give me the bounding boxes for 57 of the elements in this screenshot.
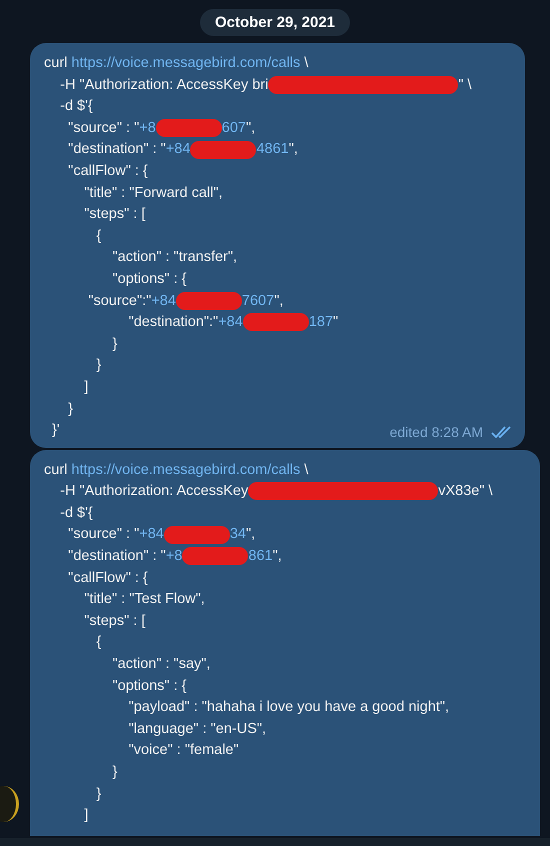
code-line: "language" : "en-US", — [128, 720, 266, 739]
code-line: -d $'{ — [59, 97, 93, 116]
code-line: } — [67, 400, 74, 418]
code-line: "destination":"+84 187" — [128, 312, 338, 334]
url-link[interactable]: https://voice.messagebird.com/calls — [71, 55, 300, 71]
code-line: -H "Authorization: AccessKey vX83e" \ — [59, 481, 493, 502]
code-line: "options" : { — [111, 270, 186, 289]
code-line: "source" : "+8 607", — [67, 118, 256, 139]
code-line: "callFlow" : { — [67, 568, 148, 588]
phone-link[interactable]: +84 — [218, 314, 243, 330]
url-link[interactable]: https://voice.messagebird.com/calls — [71, 462, 300, 478]
code-line: "destination" : "+8 861", — [67, 546, 282, 568]
code-line: curl https://voice.messagebird.com/calls \ — [44, 54, 308, 73]
phone-link[interactable]: 187 — [308, 314, 334, 330]
edited-time: edited 8:28 AM — [390, 424, 483, 440]
phone-link[interactable]: +84 — [151, 292, 176, 309]
code-line: "voice" : "female" — [128, 741, 239, 760]
phone-link[interactable]: 607 — [222, 120, 246, 136]
code-line: -d $'{ — [59, 504, 93, 523]
phone-link[interactable]: 861 — [248, 548, 273, 564]
date-badge: October 29, 2021 — [200, 9, 350, 36]
code-line: "action" : "transfer", — [111, 248, 238, 268]
code-line: } — [111, 763, 118, 782]
phone-link[interactable]: +84 — [139, 526, 164, 542]
phone-link[interactable]: +8 — [139, 120, 156, 136]
code-line: "destination" : "+84 4861", — [67, 140, 298, 161]
code-line: "action" : "say", — [111, 655, 210, 674]
code-line: -H "Authorization: AccessKey bri " \ — [59, 74, 472, 96]
redaction-mark — [156, 118, 222, 137]
code-line: "title" : "Test Flow", — [83, 590, 205, 610]
code-line: } — [95, 356, 102, 376]
code-line: "options" : { — [111, 676, 186, 696]
code-line: { — [95, 226, 102, 246]
phone-link[interactable]: 34 — [230, 526, 246, 542]
code-line: ] — [83, 806, 88, 826]
redaction-mark — [190, 140, 256, 159]
redaction-mark — [182, 547, 248, 566]
phone-link[interactable]: 7607 — [242, 292, 274, 309]
redaction-mark — [164, 526, 230, 544]
redaction-mark — [242, 313, 309, 332]
code-line: ] — [83, 378, 88, 397]
phone-link[interactable]: +84 — [166, 141, 190, 158]
phone-link[interactable]: +8 — [166, 548, 182, 564]
code-line: "source":"+84 7607", — [87, 290, 284, 312]
code-line: "payload" : "hahaha i love you have a good night", — [128, 698, 450, 718]
code-line: }' — [51, 421, 60, 440]
code-line: "steps" : [ — [83, 612, 146, 631]
code-line: } — [95, 784, 102, 804]
code-line: curl https://voice.messagebird.com/calls \ — [44, 460, 308, 480]
code-line: "source" : "+84 34", — [67, 524, 256, 546]
redaction-mark — [176, 292, 242, 310]
phone-link[interactable]: 4861 — [256, 141, 289, 158]
code-line: } — [111, 334, 118, 354]
code-line: { — [95, 633, 102, 652]
code-line: "callFlow" : { — [67, 162, 148, 181]
code-line: "title" : "Forward call", — [83, 184, 223, 203]
code-line: "steps" : [ — [83, 205, 146, 224]
